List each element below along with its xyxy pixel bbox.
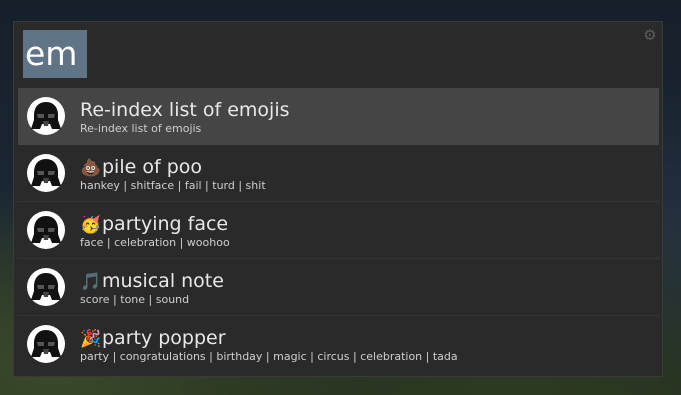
result-title: Re-index list of emojis — [80, 98, 290, 122]
poo-emoji-icon: 💩 — [80, 158, 102, 178]
result-title: 🥳partying face — [80, 212, 228, 237]
result-title: 💩pile of poo — [80, 155, 202, 180]
result-subtitle: score | tone | sound — [80, 293, 190, 306]
darth-vader-icon — [27, 154, 65, 192]
result-item-pile-of-poo[interactable]: 💩pile of poo hankey | shitface | fail | … — [18, 145, 659, 202]
result-title-text: pile of poo — [102, 156, 203, 178]
result-subtitle: party | congratulations | birthday | mag… — [80, 350, 458, 363]
result-title: 🎵musical note — [80, 269, 224, 294]
result-item-musical-note[interactable]: 🎵musical note score | tone | sound — [18, 259, 659, 316]
gear-icon[interactable]: ⚙ — [642, 27, 658, 43]
result-subtitle: face | celebration | woohoo — [80, 236, 230, 249]
result-title: 🎉party popper — [80, 326, 226, 351]
result-subtitle: hankey | shitface | fail | turd | shit — [80, 179, 266, 192]
result-subtitle: Re-index list of emojis — [80, 122, 202, 135]
search-input[interactable]: em — [23, 30, 87, 78]
result-title-text: musical note — [102, 270, 224, 292]
party-popper-emoji-icon: 🎉 — [80, 329, 102, 349]
darth-vader-icon — [27, 268, 65, 306]
darth-vader-icon — [27, 97, 65, 135]
result-title-text: party popper — [102, 327, 226, 349]
result-item-reindex[interactable]: Re-index list of emojis Re-index list of… — [18, 88, 659, 145]
result-item-partying-face[interactable]: 🥳partying face face | celebration | wooh… — [18, 202, 659, 259]
result-title-text: Re-index list of emojis — [80, 99, 290, 121]
darth-vader-icon — [27, 211, 65, 249]
darth-vader-icon — [27, 325, 65, 363]
partying-face-emoji-icon: 🥳 — [80, 215, 102, 235]
musical-note-emoji-icon: 🎵 — [80, 272, 102, 292]
results-list: Re-index list of emojis Re-index list of… — [18, 88, 659, 373]
result-title-text: partying face — [102, 213, 229, 235]
result-item-party-popper[interactable]: 🎉party popper party | congratulations | … — [18, 316, 659, 373]
launcher-window: em ⚙ Re-index list of emojis Re-index li… — [13, 21, 663, 377]
